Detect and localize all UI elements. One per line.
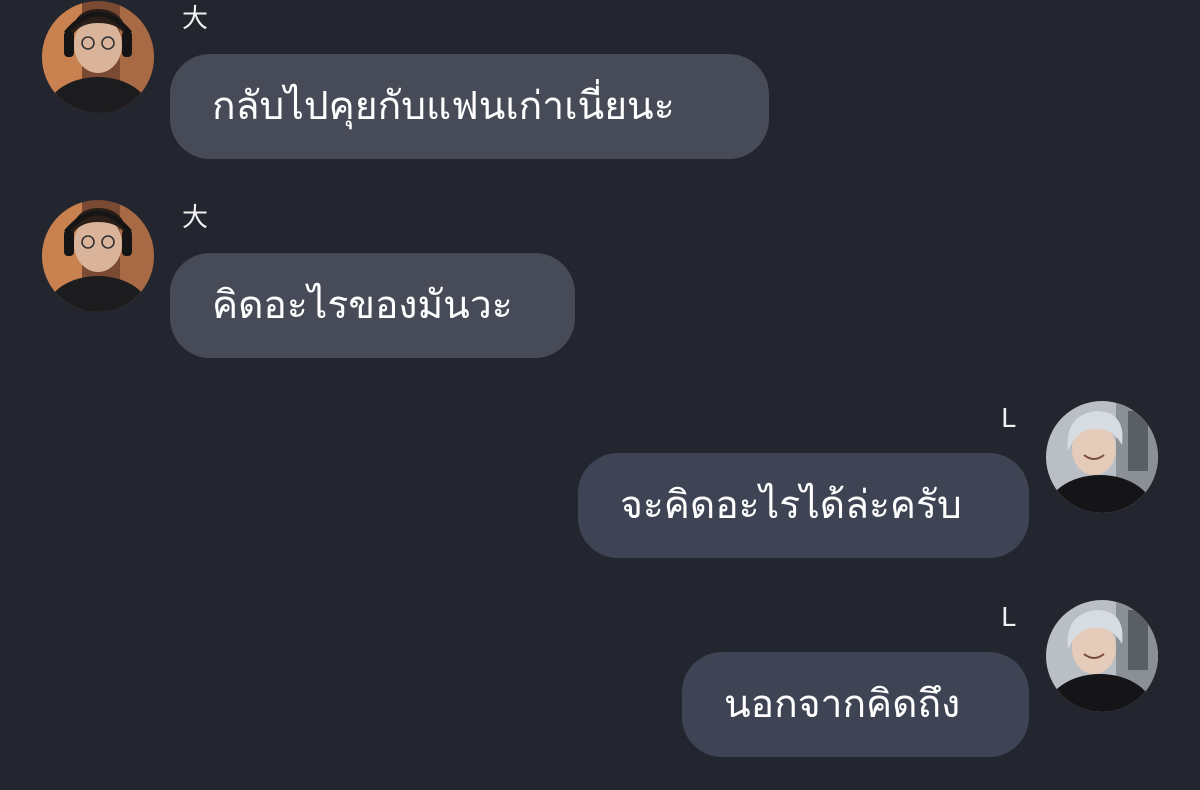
avatar-dark-hair-headphones[interactable] xyxy=(42,1,154,113)
avatar-photo-icon xyxy=(42,1,154,113)
message-bubble-outgoing[interactable]: นอกจากคิดถึง xyxy=(682,652,1029,757)
sender-name: 大 xyxy=(182,203,209,233)
avatar-photo-icon xyxy=(42,200,154,312)
chat-thread: 大 กลับไปคุยกับแฟนเก่าเนี่ยนะ 大 คิดอะไรขอ… xyxy=(0,0,1200,790)
avatar-photo-icon xyxy=(1046,600,1158,712)
avatar-dark-hair-headphones[interactable] xyxy=(42,200,154,312)
sender-name: L xyxy=(1001,404,1016,434)
message-bubble-outgoing[interactable]: จะคิดอะไรได้ล่ะครับ xyxy=(578,453,1029,558)
avatar-silver-hair[interactable] xyxy=(1046,600,1158,712)
sender-name: L xyxy=(1001,603,1016,633)
avatar-silver-hair[interactable] xyxy=(1046,401,1158,513)
avatar-photo-icon xyxy=(1046,401,1158,513)
message-bubble-incoming[interactable]: กลับไปคุยกับแฟนเก่าเนี่ยนะ xyxy=(170,54,769,159)
sender-name: 大 xyxy=(182,4,209,34)
message-bubble-incoming[interactable]: คิดอะไรของมันวะ xyxy=(170,253,575,358)
